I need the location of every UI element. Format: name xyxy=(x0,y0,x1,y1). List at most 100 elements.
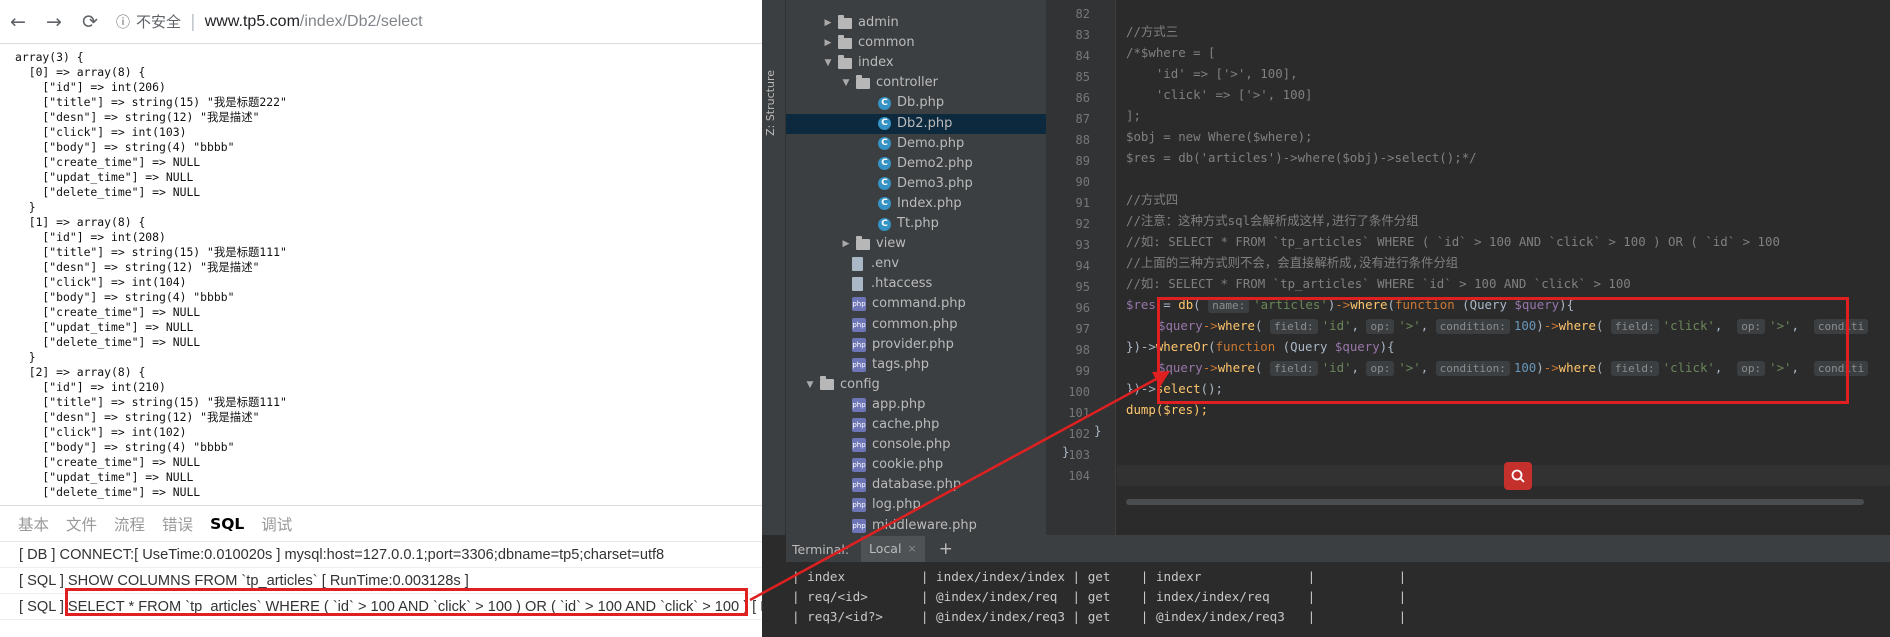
line-number: 86 xyxy=(1075,91,1090,105)
line-gutter: 82 83 84 85 86 87 88 89 90 91 92 93 94 95 96 97 98 99 100 1… xyxy=(1046,0,1116,535)
tree-item[interactable]: php tags.php xyxy=(786,355,1046,375)
trace-tab-sql[interactable]: SQL xyxy=(210,515,244,533)
tree-item-label: common xyxy=(858,35,915,51)
chevron-right-icon[interactable]: ▶ xyxy=(822,13,834,33)
tree-item[interactable]: .env xyxy=(786,254,1046,274)
line-number: 101 xyxy=(1068,406,1090,420)
tree-item[interactable]: C Index.php xyxy=(786,194,1046,214)
file-icon xyxy=(852,257,863,272)
tree-item[interactable]: C Demo3.php xyxy=(786,174,1046,194)
tree-item-label: Demo3.php xyxy=(897,175,973,191)
tree-item[interactable]: php log.php xyxy=(786,495,1046,515)
folder-icon xyxy=(856,235,870,250)
php-file-icon: php xyxy=(852,337,866,352)
structure-tool-tab[interactable]: Z: Structure xyxy=(764,70,784,136)
plus-icon[interactable]: + xyxy=(939,539,953,559)
tree-item[interactable]: php app.php xyxy=(786,395,1046,415)
tree-item[interactable]: C Tt.php xyxy=(786,214,1046,234)
tree-item[interactable]: ▼ config xyxy=(786,375,1046,395)
tree-item[interactable]: C Demo.php xyxy=(786,134,1046,154)
url-separator: | xyxy=(190,11,196,32)
code-line-95: //如: SELECT * FROM `tp_articles` WHERE `… xyxy=(1126,276,1631,291)
folder-icon xyxy=(838,54,852,69)
tree-item[interactable]: ▶ common xyxy=(786,33,1046,53)
php-file-icon: php xyxy=(852,397,866,412)
info-icon[interactable]: ⓘ xyxy=(116,12,130,32)
url-field[interactable]: ⓘ 不安全 | www.tp5.com/index/Db2/select xyxy=(116,7,423,37)
line-number: 83 xyxy=(1075,28,1090,42)
tree-item[interactable]: php console.php xyxy=(786,435,1046,455)
trace-tab-files[interactable]: 文件 xyxy=(66,513,97,535)
tree-item-label: admin xyxy=(858,15,899,30)
tree-item[interactable]: php cache.php xyxy=(786,415,1046,435)
tree-item[interactable]: php database.php xyxy=(786,475,1046,495)
chevron-right-icon[interactable]: ▶ xyxy=(840,234,852,254)
chevron-down-icon[interactable]: ▼ xyxy=(840,73,852,93)
code-line-93: //如: SELECT * FROM `tp_articles` WHERE (… xyxy=(1126,234,1780,249)
search-button[interactable] xyxy=(1504,462,1532,490)
line-number: 92 xyxy=(1075,217,1090,231)
sql-highlight-box xyxy=(65,588,748,616)
line-number: 98 xyxy=(1075,343,1090,357)
chevron-down-icon[interactable]: ▼ xyxy=(822,53,834,73)
tree-item[interactable]: php command.php xyxy=(786,294,1046,314)
line-number: 90 xyxy=(1075,175,1090,189)
php-class-icon: C xyxy=(878,137,891,151)
code-line-94: //上面的三种方式则不会，会直接解析成,没有进行条件分组 xyxy=(1126,255,1459,270)
tree-item[interactable]: ▶ view xyxy=(786,234,1046,254)
line-number: 87 xyxy=(1075,112,1090,126)
tree-item[interactable]: ▼ index xyxy=(786,53,1046,73)
code-line-87: ]; xyxy=(1126,108,1141,123)
back-button[interactable]: ← xyxy=(0,0,36,44)
php-file-icon: php xyxy=(852,458,866,473)
tree-item[interactable]: php cookie.php xyxy=(786,455,1046,475)
php-file-icon: php xyxy=(852,418,866,432)
php-file-icon: php xyxy=(852,518,866,533)
tree-item-label: cache.php xyxy=(872,417,940,432)
trace-tab-flow[interactable]: 流程 xyxy=(114,513,145,535)
forward-button[interactable]: → xyxy=(36,0,72,44)
tree-item[interactable]: ▶ admin xyxy=(786,13,1046,33)
url-host: www.tp5.com xyxy=(204,12,300,30)
line-number: 96 xyxy=(1075,301,1090,315)
tree-item-label: view xyxy=(876,236,906,252)
url-text[interactable]: www.tp5.com/index/Db2/select xyxy=(205,13,423,31)
file-icon xyxy=(852,277,863,292)
folder-icon xyxy=(838,34,852,49)
tree-item[interactable]: C Db.php xyxy=(786,93,1046,113)
tree-item-label: database.php xyxy=(872,477,962,493)
terminal-tab-local[interactable]: Local × xyxy=(861,536,925,562)
trace-tab-errors[interactable]: 错误 xyxy=(162,513,193,535)
terminal-row: | req3/<id?> | @index/index/req3 | get |… xyxy=(792,609,1407,624)
tree-item-label: middleware.php xyxy=(872,517,977,533)
tree-item[interactable]: php common.php xyxy=(786,315,1046,335)
close-icon[interactable]: × xyxy=(907,536,916,562)
horizontal-scrollbar[interactable] xyxy=(1126,499,1864,505)
tree-item[interactable]: C Demo2.php xyxy=(786,154,1046,174)
folder-icon xyxy=(856,74,870,89)
trace-tab-debug[interactable]: 调试 xyxy=(261,513,292,535)
tree-item[interactable]: C Db2.php xyxy=(786,113,1046,134)
tree-item[interactable]: php middleware.php xyxy=(786,516,1046,536)
tree-item[interactable]: ▼ controller xyxy=(786,73,1046,93)
tree-item-label: Tt.php xyxy=(897,216,939,231)
tree-item[interactable]: .htaccess xyxy=(786,274,1046,294)
trace-tabs: 基本 文件 流程 错误 SQL 调试 xyxy=(0,506,762,542)
code-line-92: //注意：这种方式sql会解析成这样,进行了条件分组 xyxy=(1126,213,1419,228)
address-bar: ← → ⟳ ⓘ 不安全 | www.tp5.com/index/Db2/sele… xyxy=(0,0,762,44)
chevron-down-icon[interactable]: ▼ xyxy=(804,375,816,395)
tree-item-label: .htaccess xyxy=(871,276,933,292)
line-number: 95 xyxy=(1075,280,1090,294)
code-editor[interactable]: 82 83 84 85 86 87 88 89 90 91 92 93 94 95 96 97 98 99 100 1… xyxy=(1046,0,1890,535)
reload-button[interactable]: ⟳ xyxy=(72,0,108,44)
line-number: 100 xyxy=(1068,385,1090,399)
chevron-right-icon[interactable]: ▶ xyxy=(822,33,834,53)
token: })-> xyxy=(1126,381,1156,396)
php-file-icon: php xyxy=(852,498,866,513)
php-file-icon: php xyxy=(852,357,866,372)
tree-item[interactable]: php provider.php xyxy=(786,335,1046,355)
token: })-> xyxy=(1126,339,1156,354)
trace-tab-basic[interactable]: 基本 xyxy=(18,513,49,535)
code-line-103: } xyxy=(1062,444,1070,459)
terminal-tabs: Terminal: Local × + xyxy=(786,536,1890,562)
